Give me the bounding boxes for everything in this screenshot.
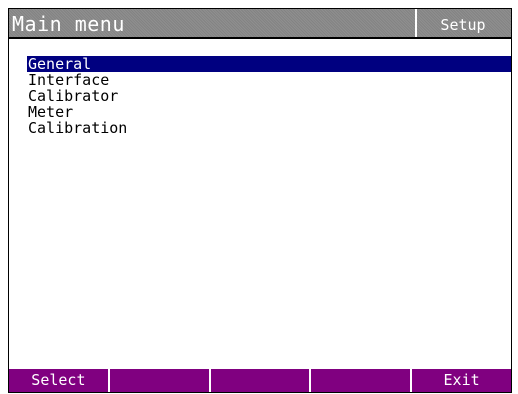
softkey-4[interactable] [311, 369, 413, 392]
menu-item-general[interactable]: General [27, 56, 511, 72]
softkey-2[interactable] [110, 369, 211, 392]
main-menu-list: General Interface Calibrator Meter Calib… [27, 56, 511, 136]
softkey-bar: Select Exit [9, 368, 511, 392]
softkey-3[interactable] [211, 369, 312, 392]
title-bar: Main menu Setup [9, 9, 511, 39]
menu-item-calibration[interactable]: Calibration [27, 120, 511, 136]
select-softkey[interactable]: Select [9, 369, 110, 392]
instrument-screen: Main menu Setup General Interface Calibr… [8, 8, 512, 393]
exit-softkey[interactable]: Exit [412, 369, 511, 392]
menu-item-interface[interactable]: Interface [27, 72, 511, 88]
page-title: Main menu [12, 12, 125, 36]
context-label: Setup [440, 16, 486, 34]
menu-item-calibrator[interactable]: Calibrator [27, 88, 511, 104]
title-divider [415, 9, 417, 37]
menu-item-meter[interactable]: Meter [27, 104, 511, 120]
